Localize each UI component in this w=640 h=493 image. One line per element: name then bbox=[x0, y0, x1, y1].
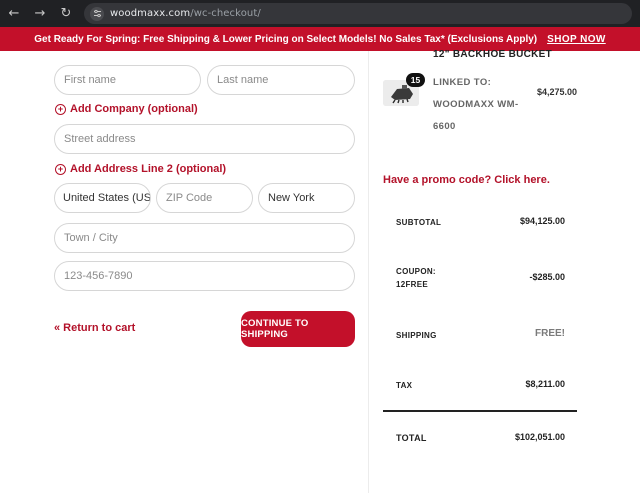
promo-code-link[interactable]: Have a promo code? Click here. bbox=[383, 174, 550, 186]
add-address-line2-label: Add Address Line 2 (optional) bbox=[70, 163, 227, 175]
shipping-value: FREE! bbox=[535, 328, 565, 339]
total-value: $102,051.00 bbox=[514, 432, 565, 442]
last-name-field[interactable]: Last name bbox=[207, 65, 355, 95]
url-path: /wc-checkout/ bbox=[190, 8, 261, 19]
subtotal-label: SUBTOTAL bbox=[396, 218, 442, 227]
url-host: woodmaxx.com bbox=[110, 8, 191, 19]
total-divider bbox=[383, 410, 577, 412]
zip-code-field[interactable]: ZIP Code bbox=[156, 183, 253, 213]
browser-toolbar: ← → ↻ woodmaxx.com/wc-checkout/ bbox=[0, 0, 640, 27]
banner-message: Get Ready For Spring: Free Shipping & Lo… bbox=[34, 33, 538, 45]
product-name: 12" BACKHOE BUCKET bbox=[433, 49, 553, 60]
forward-arrow-icon[interactable]: → bbox=[28, 2, 52, 26]
column-divider bbox=[368, 51, 369, 493]
linked-to-text: LINKED TO: WOODMAXX WM- 6600 bbox=[433, 72, 523, 138]
linked-line: 6600 bbox=[433, 121, 456, 132]
plus-circle-icon: + bbox=[55, 163, 66, 175]
add-company-label: Add Company (optional) bbox=[70, 103, 198, 115]
add-address-line2-link[interactable]: + Add Address Line 2 (optional) bbox=[55, 163, 226, 175]
state-select[interactable]: New York bbox=[258, 183, 355, 213]
coupon-label: COUPON: 12FREE bbox=[396, 265, 436, 291]
add-company-link[interactable]: + Add Company (optional) bbox=[55, 103, 198, 115]
phone-field[interactable]: 123-456-7890 bbox=[54, 261, 355, 291]
town-city-field[interactable]: Town / City bbox=[54, 223, 355, 253]
linked-line: WOODMAXX WM- bbox=[433, 99, 519, 110]
tax-label: TAX bbox=[396, 381, 413, 390]
first-name-field[interactable]: First name bbox=[54, 65, 201, 95]
site-info-icon[interactable] bbox=[90, 6, 104, 21]
total-label: TOTAL bbox=[396, 433, 427, 443]
linked-line: LINKED TO: bbox=[433, 77, 492, 88]
promo-banner: Get Ready For Spring: Free Shipping & Lo… bbox=[0, 27, 640, 51]
return-to-cart-link[interactable]: « Return to cart bbox=[54, 322, 135, 334]
country-select[interactable]: United States (US) bbox=[54, 183, 151, 213]
back-arrow-icon[interactable]: ← bbox=[2, 2, 26, 26]
subtotal-value: $94,125.00 bbox=[519, 216, 565, 226]
street-address-field[interactable]: Street address bbox=[54, 124, 355, 154]
reload-icon[interactable]: ↻ bbox=[54, 2, 78, 26]
coupon-code: 12FREE bbox=[396, 280, 429, 289]
shipping-label: SHIPPING bbox=[396, 331, 437, 340]
continue-to-shipping-button[interactable]: CONTINUE TO SHIPPING bbox=[241, 311, 355, 347]
tax-value: $8,211.00 bbox=[525, 379, 565, 389]
coupon-value: -$285.00 bbox=[529, 272, 565, 282]
quantity-badge: 15 bbox=[406, 73, 425, 87]
plus-circle-icon: + bbox=[55, 103, 66, 115]
shop-now-link[interactable]: SHOP NOW bbox=[547, 34, 606, 45]
line-item-price: $4,275.00 bbox=[536, 87, 577, 97]
url-text: woodmaxx.com/wc-checkout/ bbox=[110, 8, 261, 19]
coupon-label-text: COUPON: bbox=[396, 267, 436, 276]
address-bar[interactable]: woodmaxx.com/wc-checkout/ bbox=[84, 3, 632, 24]
